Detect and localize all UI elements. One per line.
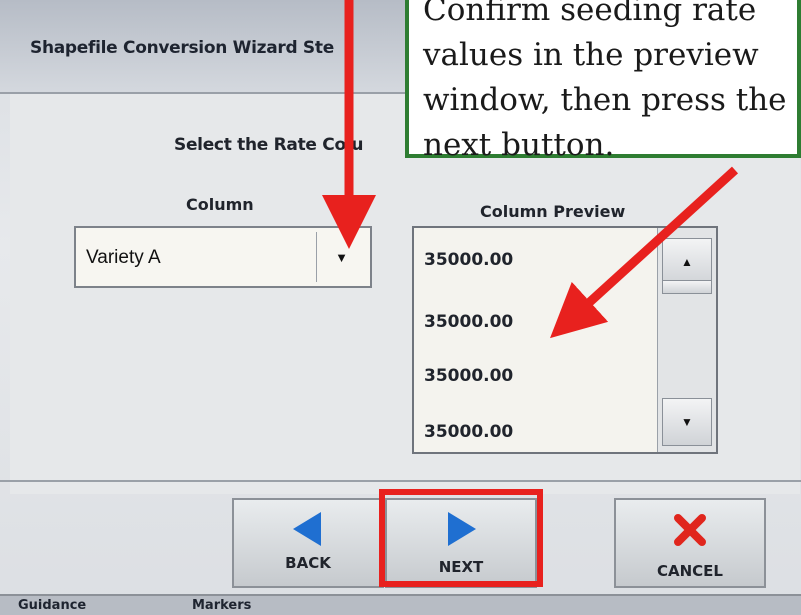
callout-text: Confirm seeding rate values in the previ… xyxy=(423,0,801,168)
preview-row: 35000.00 xyxy=(424,422,514,442)
window-title: Shapefile Conversion Wizard Ste xyxy=(30,38,334,58)
arrow-down-icon[interactable]: ▼ xyxy=(662,398,712,446)
chevron-down-icon[interactable]: ▼ xyxy=(316,232,366,282)
callout-line: values in the preview xyxy=(423,37,759,73)
tab-guidance[interactable]: Guidance xyxy=(18,598,86,613)
column-dropdown[interactable]: Variety A ▼ xyxy=(74,226,372,288)
back-label: BACK xyxy=(285,554,331,572)
scroll-thumb[interactable] xyxy=(662,280,712,294)
column-dropdown-value: Variety A xyxy=(86,247,161,268)
rate-column-prompt: Select the Rate Colu xyxy=(174,135,364,155)
tab-markers[interactable]: Markers xyxy=(192,598,251,613)
x-icon xyxy=(616,510,764,555)
back-button[interactable]: BACK xyxy=(232,498,384,588)
preview-scrollbar[interactable]: ▲ ▼ xyxy=(657,228,716,452)
bottom-tab-bar: Guidance Markers xyxy=(0,594,801,615)
cancel-label: CANCEL xyxy=(657,562,723,580)
footer-divider xyxy=(0,480,801,482)
preview-row: 35000.00 xyxy=(424,366,514,386)
cancel-button[interactable]: CANCEL xyxy=(614,498,766,588)
callout-line: next button. xyxy=(423,127,615,163)
instruction-callout: Confirm seeding rate values in the previ… xyxy=(405,0,801,163)
preview-row: 35000.00 xyxy=(424,312,514,332)
left-triangle-icon xyxy=(234,510,382,553)
callout-line: window, then press the xyxy=(423,82,787,118)
callout-line: Confirm seeding rate xyxy=(423,0,757,28)
next-button-highlight xyxy=(379,489,543,587)
screen: Shapefile Conversion Wizard Ste Select t… xyxy=(0,0,801,615)
column-label: Column xyxy=(186,195,254,214)
column-preview-list[interactable]: 35000.00 35000.00 35000.00 35000.00 ▲ ▼ xyxy=(412,226,718,454)
preview-row: 35000.00 xyxy=(424,250,514,270)
column-preview-label: Column Preview xyxy=(480,202,626,221)
arrow-up-icon[interactable]: ▲ xyxy=(662,238,712,286)
